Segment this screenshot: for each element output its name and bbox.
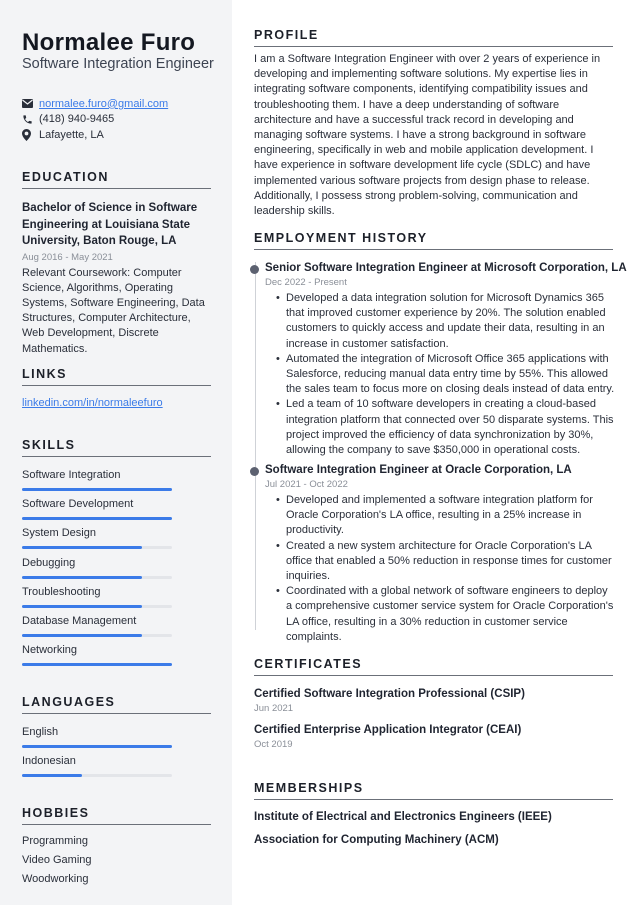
- skill-label: Software Development: [22, 498, 134, 511]
- skill-level-fill: [22, 517, 172, 521]
- certificate-title: Certified Software Integration Professio…: [254, 688, 525, 700]
- profile-text: I am a Software Integration Engineer wit…: [254, 53, 601, 218]
- skill-item: Database Management: [22, 614, 172, 637]
- skill-label: Database Management: [22, 615, 137, 627]
- hobbies-heading: HOBBIES: [22, 806, 211, 825]
- job-bullet: Coordinated with a global network of sof…: [276, 584, 616, 645]
- certificate-date: Jun 2021: [254, 703, 294, 714]
- job-bullet: Developed a data integration solution fo…: [276, 291, 616, 352]
- main-content: PROFILE I am a Software Integration Engi…: [232, 0, 640, 905]
- timeline-dot-icon: [250, 265, 259, 274]
- contact-email: normalee.furo@gmail.com: [22, 96, 168, 112]
- skill-label: Networking: [22, 644, 78, 657]
- language-level-bar: [22, 774, 172, 777]
- envelope-icon: [22, 99, 39, 109]
- certificate-date: Oct 2019: [254, 739, 293, 750]
- languages-heading: LANGUAGES: [22, 695, 211, 714]
- job-bullet: Automated the integration of Microsoft O…: [276, 352, 616, 398]
- skill-item: System Design: [22, 526, 172, 550]
- hobby-item: Woodworking: [22, 873, 89, 885]
- job-entry: Software Integration Engineer at Oracle …: [250, 463, 616, 645]
- contact-details: normalee.furo@gmail.com (418) 940-9465 L…: [22, 96, 168, 143]
- phone-icon: [22, 114, 39, 125]
- degree-description: Relevant Coursework: Computer Science, A…: [22, 266, 205, 355]
- email-link[interactable]: normalee.furo@gmail.com: [39, 98, 168, 110]
- degree-dates: Aug 2016 - May 2021: [22, 251, 113, 263]
- skill-level-fill: [22, 575, 142, 579]
- job-dates: Jul 2021 - Oct 2022: [265, 479, 348, 490]
- location-text: Lafayette, LA: [39, 128, 104, 141]
- job-title: Software Integration Engineer at Oracle …: [265, 464, 572, 476]
- language-label: Indonesian: [22, 755, 76, 767]
- language-level-bar: [22, 745, 172, 748]
- skill-level-fill: [22, 663, 172, 667]
- skill-item: Debugging: [22, 556, 172, 579]
- skill-level-fill: [22, 604, 142, 608]
- profile-heading: PROFILE: [254, 28, 613, 47]
- membership-item: Association for Computing Machinery (ACM…: [254, 834, 499, 846]
- sidebar: Normalee Furo Software Integration Engin…: [0, 0, 232, 905]
- skill-level-bar: [22, 604, 172, 608]
- job-bullet: Developed and implemented a software int…: [276, 493, 616, 539]
- contact-phone: (418) 940-9465: [22, 112, 168, 128]
- contact-location: Lafayette, LA: [22, 127, 168, 143]
- skill-label: Software Integration: [22, 469, 121, 481]
- certificate-title: Certified Enterprise Application Integra…: [254, 724, 522, 736]
- memberships-heading: MEMBERSHIPS: [254, 781, 613, 800]
- skill-level-fill: [22, 634, 142, 637]
- job-bullets: Developed a data integration solution fo…: [276, 291, 616, 458]
- education-heading: EDUCATION: [22, 170, 211, 189]
- skills-heading: SKILLS: [22, 438, 211, 457]
- skill-item: Networking: [22, 643, 172, 667]
- language-item: Indonesian: [22, 754, 172, 777]
- skill-level-bar: [22, 488, 172, 491]
- certificate-entry: Certified Enterprise Application Integra…: [254, 723, 521, 752]
- skill-label: Debugging: [22, 556, 76, 569]
- timeline-dot-icon: [250, 467, 259, 476]
- candidate-role: Software Integration Engineer: [22, 56, 214, 72]
- certificate-entry: Certified Software Integration Professio…: [254, 687, 525, 716]
- location-pin-icon: [22, 128, 39, 141]
- job-dates: Dec 2022 - Present: [265, 277, 347, 288]
- linkedin-link[interactable]: linkedin.com/in/normaleefuro: [22, 397, 163, 409]
- skill-level-bar: [22, 575, 172, 579]
- membership-item: Institute of Electrical and Electronics …: [254, 811, 552, 823]
- phone-number: (418) 940-9465: [39, 113, 115, 126]
- hobby-item: Video Gaming: [22, 854, 92, 866]
- skill-item: Software Integration: [22, 468, 172, 491]
- candidate-name: Normalee Furo: [22, 29, 196, 56]
- skill-level-bar: [22, 634, 172, 637]
- job-entry: Senior Software Integration Engineer at …: [250, 261, 627, 458]
- education-entry: Bachelor of Science in Software Engineer…: [22, 200, 212, 357]
- skill-item: Troubleshooting: [22, 585, 172, 608]
- language-level-fill: [22, 745, 172, 748]
- language-label: English: [22, 726, 59, 738]
- language-item: English: [22, 725, 172, 748]
- job-bullet: Created a new system architecture for Or…: [276, 539, 616, 585]
- job-bullet: Led a team of 10 software developers in …: [276, 397, 616, 458]
- employment-heading: EMPLOYMENT HISTORY: [254, 231, 613, 250]
- skill-level-bar: [22, 663, 172, 667]
- skill-label: System Design: [22, 527, 96, 540]
- hobby-item: Programming: [22, 835, 89, 847]
- skill-level-fill: [22, 488, 172, 491]
- skill-label: Troubleshooting: [22, 585, 101, 598]
- skill-level-bar: [22, 546, 172, 550]
- language-level-fill: [22, 774, 82, 777]
- degree-title: Bachelor of Science in Software Engineer…: [22, 202, 198, 247]
- links-heading: LINKS: [22, 367, 211, 386]
- skill-level-fill: [22, 546, 142, 550]
- skill-level-bar: [22, 517, 172, 521]
- job-bullets: Developed and implemented a software int…: [276, 493, 616, 645]
- certificates-heading: CERTIFICATES: [254, 657, 613, 676]
- skill-item: Software Development: [22, 497, 172, 521]
- job-title: Senior Software Integration Engineer at …: [265, 262, 627, 274]
